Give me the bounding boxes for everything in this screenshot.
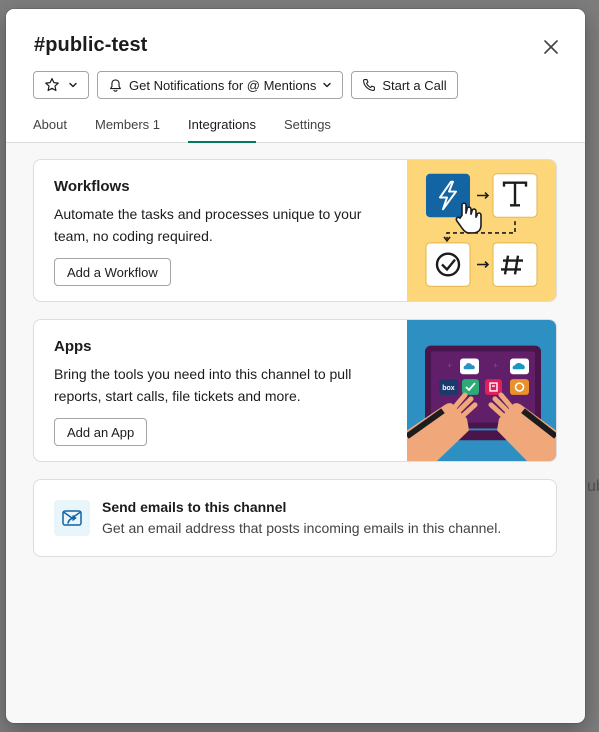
chevron-down-icon	[69, 82, 77, 88]
backdrop-text: ub	[587, 478, 599, 495]
apps-card: Apps Bring the tools you need into this …	[33, 319, 557, 462]
email-description: Get an email address that posts incoming…	[102, 520, 502, 536]
start-call-label: Start a Call	[382, 77, 447, 93]
apps-title: Apps	[54, 338, 92, 355]
close-button[interactable]	[539, 35, 563, 59]
channel-details-modal: #public-test Get Notifications for @ Men…	[6, 9, 585, 723]
close-icon	[544, 40, 558, 54]
workflows-description: Automate the tasks and processes unique …	[54, 206, 362, 244]
tab-members[interactable]: Members 1	[95, 117, 160, 143]
box-tile-label: box	[442, 385, 455, 392]
add-workflow-button[interactable]: Add a Workflow	[54, 258, 171, 286]
channel-name: public-test	[45, 34, 148, 56]
start-call-button[interactable]: Start a Call	[351, 71, 458, 99]
bell-icon	[110, 78, 121, 92]
workflows-title: Workflows	[54, 178, 130, 195]
channel-actions: Get Notifications for @ Mentions Start a…	[33, 71, 458, 99]
workflows-card: Workflows Automate the tasks and process…	[33, 159, 557, 302]
workflow-illustration	[407, 160, 556, 301]
tab-settings[interactable]: Settings	[284, 117, 331, 143]
channel-title: #public-test	[34, 34, 147, 57]
star-channel-button[interactable]	[33, 71, 89, 99]
apps-description: Bring the tools you need into this chann…	[54, 366, 352, 404]
chevron-down-icon	[323, 82, 332, 88]
tab-about[interactable]: About	[33, 117, 67, 143]
email-icon-container	[54, 500, 90, 536]
add-app-button[interactable]: Add an App	[54, 418, 148, 446]
email-forward-icon	[62, 510, 82, 526]
svg-text:+: +	[447, 360, 452, 370]
svg-text:+: +	[493, 360, 498, 370]
apps-illustration: box + +	[407, 320, 556, 461]
notifications-label: Get Notifications for @ Mentions	[129, 77, 317, 93]
email-card[interactable]: Send emails to this channel Get an email…	[33, 479, 557, 557]
tab-integrations[interactable]: Integrations	[188, 117, 256, 143]
channel-hash: #	[34, 34, 46, 56]
phone-icon	[363, 79, 376, 91]
star-icon	[45, 78, 59, 92]
notifications-button[interactable]: Get Notifications for @ Mentions	[97, 71, 344, 99]
email-title: Send emails to this channel	[102, 499, 287, 515]
modal-header: #public-test Get Notifications for @ Men…	[6, 9, 585, 143]
tab-bar: About Members 1 Integrations Settings	[33, 117, 359, 143]
